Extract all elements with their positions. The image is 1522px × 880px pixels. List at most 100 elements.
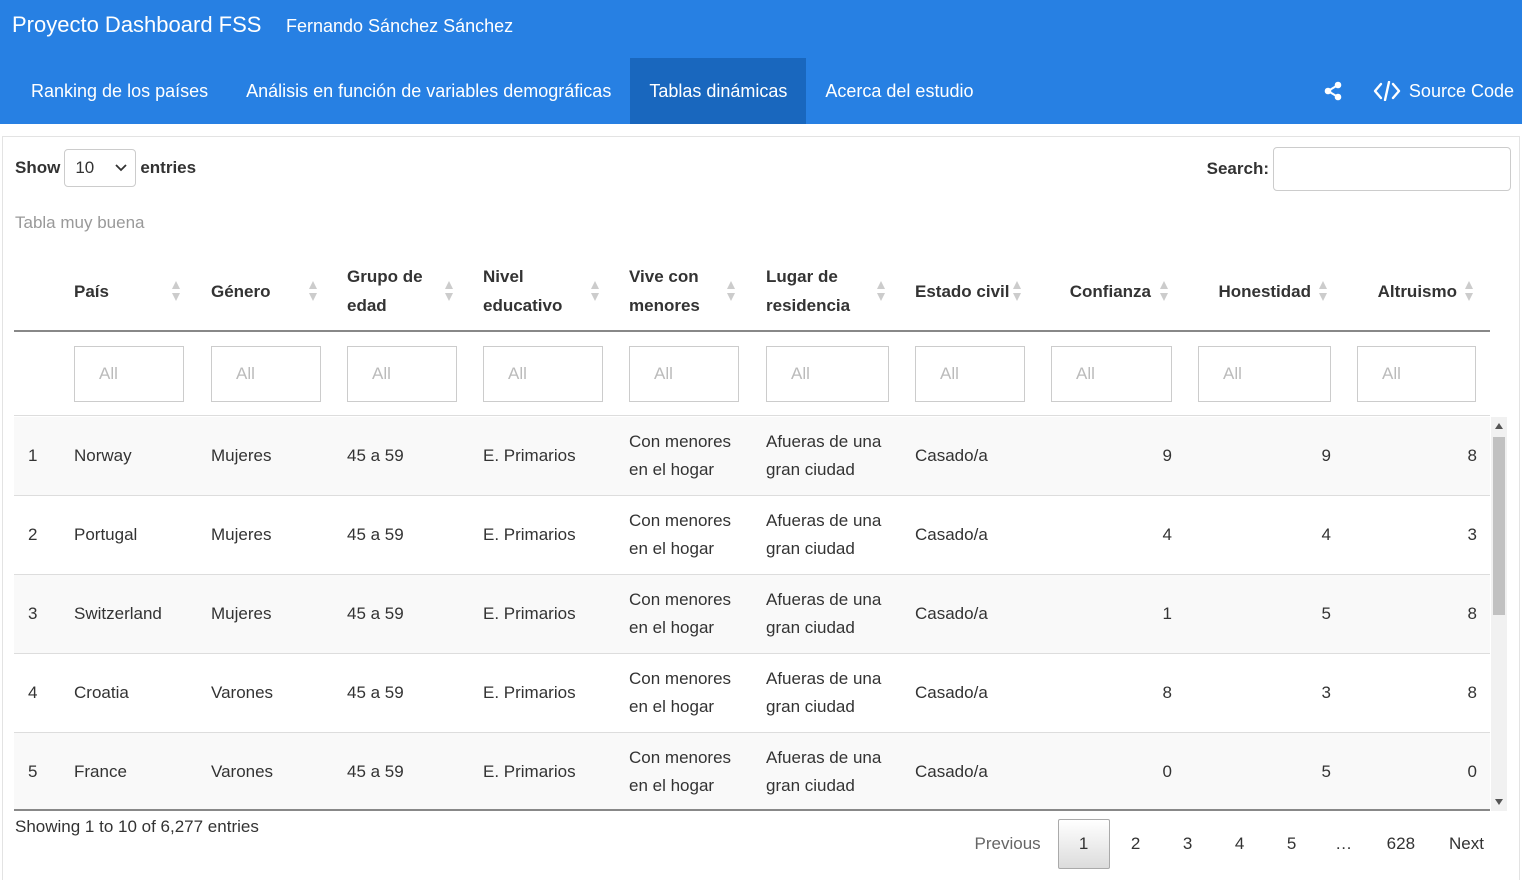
search-control: Search: <box>1207 147 1511 191</box>
table-row[interactable]: 4 Croatia Varones 45 a 59 E. Primarios C… <box>14 654 1490 733</box>
col-header-nivel-educativo[interactable]: Nivel educativo <box>483 252 593 330</box>
scrollbar-thumb[interactable] <box>1493 437 1505 615</box>
share-icon[interactable] <box>1319 77 1347 105</box>
page-button-5[interactable]: 5 <box>1266 819 1318 869</box>
table-row[interactable]: 2 Portugal Mujeres 45 a 59 E. Primarios … <box>14 496 1490 575</box>
sort-icon[interactable] <box>1464 252 1474 330</box>
cell-honestidad: 4 <box>1321 525 1331 544</box>
brand-title[interactable]: Proyecto Dashboard FSS <box>12 12 261 38</box>
table-scrollbar[interactable] <box>1491 417 1507 811</box>
filter-vive-menores[interactable]: All <box>629 346 739 402</box>
col-header-vive-menores[interactable]: Vive con menores <box>629 252 729 330</box>
page-button-1[interactable]: 1 <box>1057 819 1110 869</box>
filter-nivel-educativo[interactable]: All <box>483 346 603 402</box>
cell-confianza: 9 <box>1162 446 1172 465</box>
cell-grupo-edad: 45 a 59 <box>347 762 404 781</box>
cell-altruismo: 3 <box>1467 525 1477 544</box>
cell-confianza: 4 <box>1162 525 1172 544</box>
search-label: Search: <box>1206 159 1269 178</box>
cell-estado-civil: Casado/a <box>915 446 988 465</box>
filter-lugar-residencia[interactable]: All <box>766 346 889 402</box>
cell-nivel-educativo: E. Primarios <box>483 525 576 544</box>
cell-grupo-edad: 45 a 59 <box>347 604 404 623</box>
cell-pais: Switzerland <box>74 604 162 623</box>
row-index: 2 <box>28 525 38 544</box>
cell-honestidad: 5 <box>1321 762 1331 781</box>
filter-honestidad[interactable]: All <box>1198 346 1331 402</box>
cell-lugar-residencia: Afueras de una gran ciudad <box>766 748 882 795</box>
sort-icon[interactable] <box>171 252 181 330</box>
filter-confianza[interactable]: All <box>1051 346 1172 402</box>
col-header-estado-civil[interactable]: Estado civil <box>915 252 1015 330</box>
sort-icon[interactable] <box>444 252 454 330</box>
cell-estado-civil: Casado/a <box>915 762 988 781</box>
sort-icon[interactable] <box>1159 252 1169 330</box>
cell-nivel-educativo: E. Primarios <box>483 762 576 781</box>
cell-nivel-educativo: E. Primarios <box>483 446 576 465</box>
row-index: 3 <box>28 604 38 623</box>
filter-pais[interactable]: All <box>74 346 184 402</box>
cell-honestidad: 5 <box>1321 604 1331 623</box>
show-label: Show <box>15 158 61 177</box>
sort-icon[interactable] <box>590 252 600 330</box>
col-header-altruismo[interactable]: Altruismo <box>1357 252 1457 330</box>
main-nav: Ranking de los países Análisis en funció… <box>12 58 992 124</box>
page-length-select[interactable]: 10 <box>64 149 137 187</box>
table-row[interactable]: 1 Norway Mujeres 45 a 59 E. Primarios Co… <box>14 417 1490 496</box>
table-info: Showing 1 to 10 of 6,277 entries <box>15 817 259 836</box>
col-header-grupo-edad[interactable]: Grupo de edad <box>347 252 447 330</box>
pagination: Previous 1 2 3 4 5 … 628 Next <box>958 818 1501 870</box>
sort-icon[interactable] <box>1012 252 1022 330</box>
page-button-3[interactable]: 3 <box>1162 819 1214 869</box>
cell-genero: Mujeres <box>211 446 272 465</box>
page-button-4[interactable]: 4 <box>1214 819 1266 869</box>
tab-analisis-demografico[interactable]: Análisis en función de variables demográ… <box>227 58 630 124</box>
table-header: País Género Grupo de edad Nivel educativ… <box>14 252 1490 332</box>
tab-tablas-dinamicas[interactable]: Tablas dinámicas <box>630 58 807 124</box>
datatable-panel: Show 10 entries Search: Tabla muy buena … <box>2 136 1520 880</box>
page-length-value: 10 <box>75 158 95 177</box>
col-header-lugar-residencia[interactable]: Lugar de residencia <box>766 252 876 330</box>
page-button-last[interactable]: 628 <box>1370 819 1432 869</box>
tab-ranking[interactable]: Ranking de los países <box>12 58 227 124</box>
filter-grupo-edad[interactable]: All <box>347 346 457 402</box>
data-table: País Género Grupo de edad Nivel educativ… <box>14 252 1490 416</box>
source-code-button[interactable]: Source Code <box>1373 81 1514 102</box>
filter-placeholder: All <box>791 364 810 383</box>
next-button[interactable]: Next <box>1432 819 1501 869</box>
filter-placeholder: All <box>99 364 118 383</box>
col-header-pais[interactable]: País <box>74 252 174 330</box>
cell-vive-menores: Con menores en el hogar <box>629 511 732 558</box>
col-header-confianza[interactable]: Confianza <box>1051 252 1151 330</box>
row-index: 5 <box>28 762 38 781</box>
filter-placeholder: All <box>372 364 391 383</box>
filter-genero[interactable]: All <box>211 346 321 402</box>
cell-lugar-residencia: Afueras de una gran ciudad <box>766 432 882 479</box>
code-icon <box>1373 81 1401 101</box>
search-input[interactable] <box>1273 147 1511 191</box>
page-button-2[interactable]: 2 <box>1110 819 1162 869</box>
sort-icon[interactable] <box>726 252 736 330</box>
cell-vive-menores: Con menores en el hogar <box>629 669 732 716</box>
scroll-up-icon[interactable] <box>1491 417 1507 435</box>
scroll-down-icon[interactable] <box>1491 793 1507 811</box>
sort-icon[interactable] <box>308 252 318 330</box>
previous-button[interactable]: Previous <box>958 819 1058 869</box>
col-header-honestidad[interactable]: Honestidad <box>1198 252 1311 330</box>
col-header-genero[interactable]: Género <box>211 252 311 330</box>
filter-altruismo[interactable]: All <box>1357 346 1476 402</box>
source-code-label: Source Code <box>1408 80 1514 101</box>
cell-grupo-edad: 45 a 59 <box>347 446 404 465</box>
table-row[interactable]: 5 France Varones 45 a 59 E. Primarios Co… <box>14 733 1490 809</box>
sort-icon[interactable] <box>876 252 886 330</box>
cell-confianza: 1 <box>1162 604 1172 623</box>
tab-acerca-del-estudio[interactable]: Acerca del estudio <box>806 58 992 124</box>
table-row[interactable]: 3 Switzerland Mujeres 45 a 59 E. Primari… <box>14 575 1490 654</box>
cell-nivel-educativo: E. Primarios <box>483 604 576 623</box>
row-index: 1 <box>28 446 38 465</box>
filter-placeholder: All <box>654 364 673 383</box>
cell-altruismo: 0 <box>1467 762 1477 781</box>
cell-altruismo: 8 <box>1467 446 1477 465</box>
filter-estado-civil[interactable]: All <box>915 346 1025 402</box>
sort-icon[interactable] <box>1318 252 1328 330</box>
